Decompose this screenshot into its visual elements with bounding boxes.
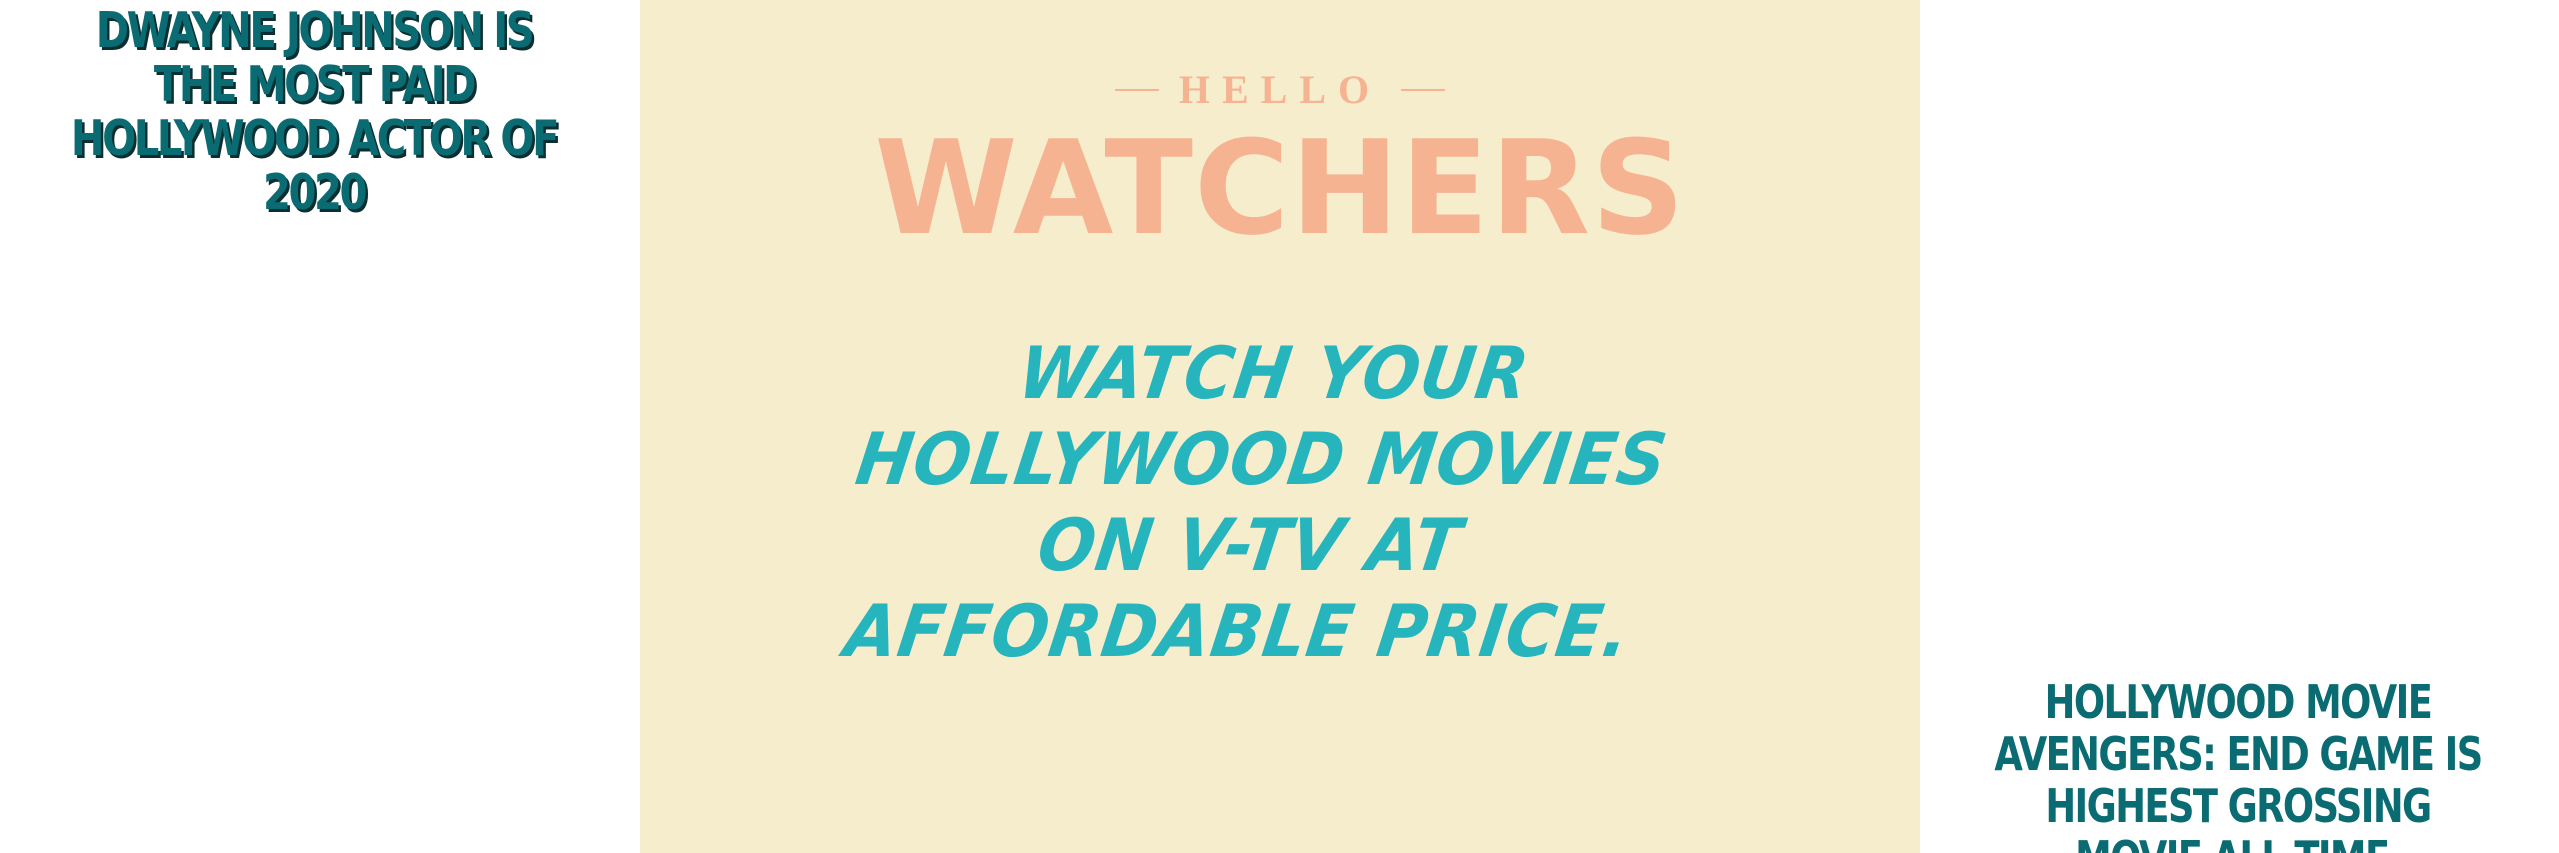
- banner-title: WATCHERS: [874, 112, 1686, 264]
- hello-right-rule: [1401, 88, 1446, 91]
- hello-left-rule: [1114, 88, 1159, 91]
- right-headline: HOLLYWOOD MOVIE AVENGERS: END GAME IS HI…: [1994, 675, 2483, 853]
- page: DWAYNE JOHNSON IS THE MOST PAID HOLLYWOO…: [0, 0, 2559, 853]
- hello-kicker: HELLO: [640, 66, 1920, 113]
- hello-text: HELLO: [1178, 67, 1382, 112]
- banner-tagline: WATCH YOUR HOLLYWOOD MOVIES ON V-TV AT A…: [839, 331, 1673, 673]
- promo-banner: HELLO WATCHERS WATCH YOUR HOLLYWOOD MOVI…: [640, 0, 1920, 853]
- left-headline: DWAYNE JOHNSON IS THE MOST PAID HOLLYWOO…: [70, 2, 560, 221]
